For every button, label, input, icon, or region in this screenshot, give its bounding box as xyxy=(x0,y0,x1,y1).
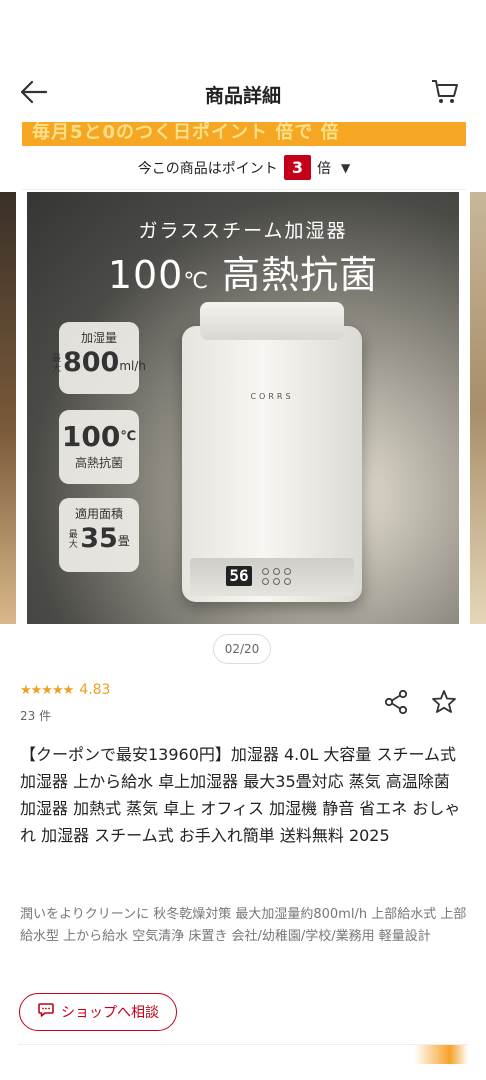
share-icon[interactable] xyxy=(382,688,410,716)
feature-card-temperature: 100℃ 高熱抗菌 xyxy=(59,410,139,484)
shop-consult-label: ショップへ相談 xyxy=(61,1005,159,1021)
humidifier-body: CORRS 56 xyxy=(182,326,362,602)
device-brand-label: CORRS xyxy=(250,392,294,401)
caret-down-icon: ▼ xyxy=(340,160,351,175)
top-header: 商品詳細 xyxy=(0,62,486,122)
slide-subtitle: ガラススチーム加湿器 xyxy=(138,220,348,242)
slide-title-text: 高熱抗菌 xyxy=(222,253,379,297)
product-description: 潤いをよりクリーンに 秋冬乾燥対策 最大加湿量約800ml/h 上部給水式 上部… xyxy=(20,907,467,944)
cart-icon[interactable] xyxy=(430,78,460,106)
humidifier-lid xyxy=(200,302,344,340)
point-suffix: 倍 xyxy=(316,160,331,177)
feature-unit: 畳 xyxy=(117,534,130,548)
slide-title-unit: ℃ xyxy=(183,269,210,294)
feature-label: 加湿量 xyxy=(80,331,117,345)
next-section-peek xyxy=(18,1044,468,1064)
device-control-panel: 56 xyxy=(190,558,354,596)
feature-value: 100℃ xyxy=(59,410,139,452)
slide-title-number: 100 xyxy=(107,253,184,297)
point-prefix: 今この商品はポイント xyxy=(137,160,278,177)
feature-label: 高熱抗菌 xyxy=(74,456,123,470)
feature-value: 800 xyxy=(62,347,120,378)
rating-value: 4.83 xyxy=(79,682,111,698)
rating-stars-icon: ★★★★★ xyxy=(20,682,74,698)
rating-row[interactable]: ★★★★★ 4.83 xyxy=(20,682,110,698)
page-title: 商品詳細 xyxy=(204,85,281,107)
chat-bubble-icon xyxy=(37,1001,55,1023)
shop-consult-button[interactable]: ショップへ相談 xyxy=(19,993,177,1031)
device-display: 56 xyxy=(226,566,252,586)
feature-qualifier: 最大 xyxy=(51,354,61,374)
feature-number: 100 xyxy=(61,420,121,453)
slide-title: 100℃ 高熱抗菌 xyxy=(27,244,459,299)
previous-slide-peek[interactable] xyxy=(0,192,16,624)
feature-label: 適用面積 xyxy=(74,507,123,521)
humidifier-product-illustration: CORRS 56 xyxy=(182,302,382,602)
device-buttons xyxy=(262,568,292,586)
feature-card-area: 適用面積 最大 35 畳 xyxy=(59,498,139,572)
feature-value: 35 xyxy=(80,523,118,554)
image-pager: 02/20 xyxy=(213,634,271,664)
next-slide-peek[interactable] xyxy=(470,192,486,624)
feature-qualifier: 最大 xyxy=(68,530,78,550)
product-image-carousel[interactable]: ガラススチーム加湿器 100℃ 高熱抗菌 加湿量 最大 800 ml/h 100… xyxy=(0,192,486,624)
product-image[interactable]: ガラススチーム加湿器 100℃ 高熱抗菌 加湿量 最大 800 ml/h 100… xyxy=(27,192,459,624)
promo-banner[interactable]: 毎月5と0のつく日ポイント 倍で 倍 xyxy=(22,122,466,148)
feature-card-capacity: 加湿量 最大 800 ml/h xyxy=(52,322,146,394)
product-title: 【クーポンで最安13960円】加湿器 4.0L 大容量 スチーム式加湿器 上から… xyxy=(20,745,461,845)
point-multiplier-bar[interactable]: 今この商品はポイント 3 倍 ▼ xyxy=(22,146,466,190)
star-outline-icon[interactable] xyxy=(430,688,458,716)
promo-banner-text: 毎月5と0のつく日ポイント 倍で 倍 xyxy=(32,122,340,143)
feature-unit: ℃ xyxy=(120,429,137,444)
feature-unit: ml/h xyxy=(119,359,147,373)
point-multiplier-badge: 3 xyxy=(283,155,311,180)
review-count[interactable]: 23 件 xyxy=(20,707,51,724)
